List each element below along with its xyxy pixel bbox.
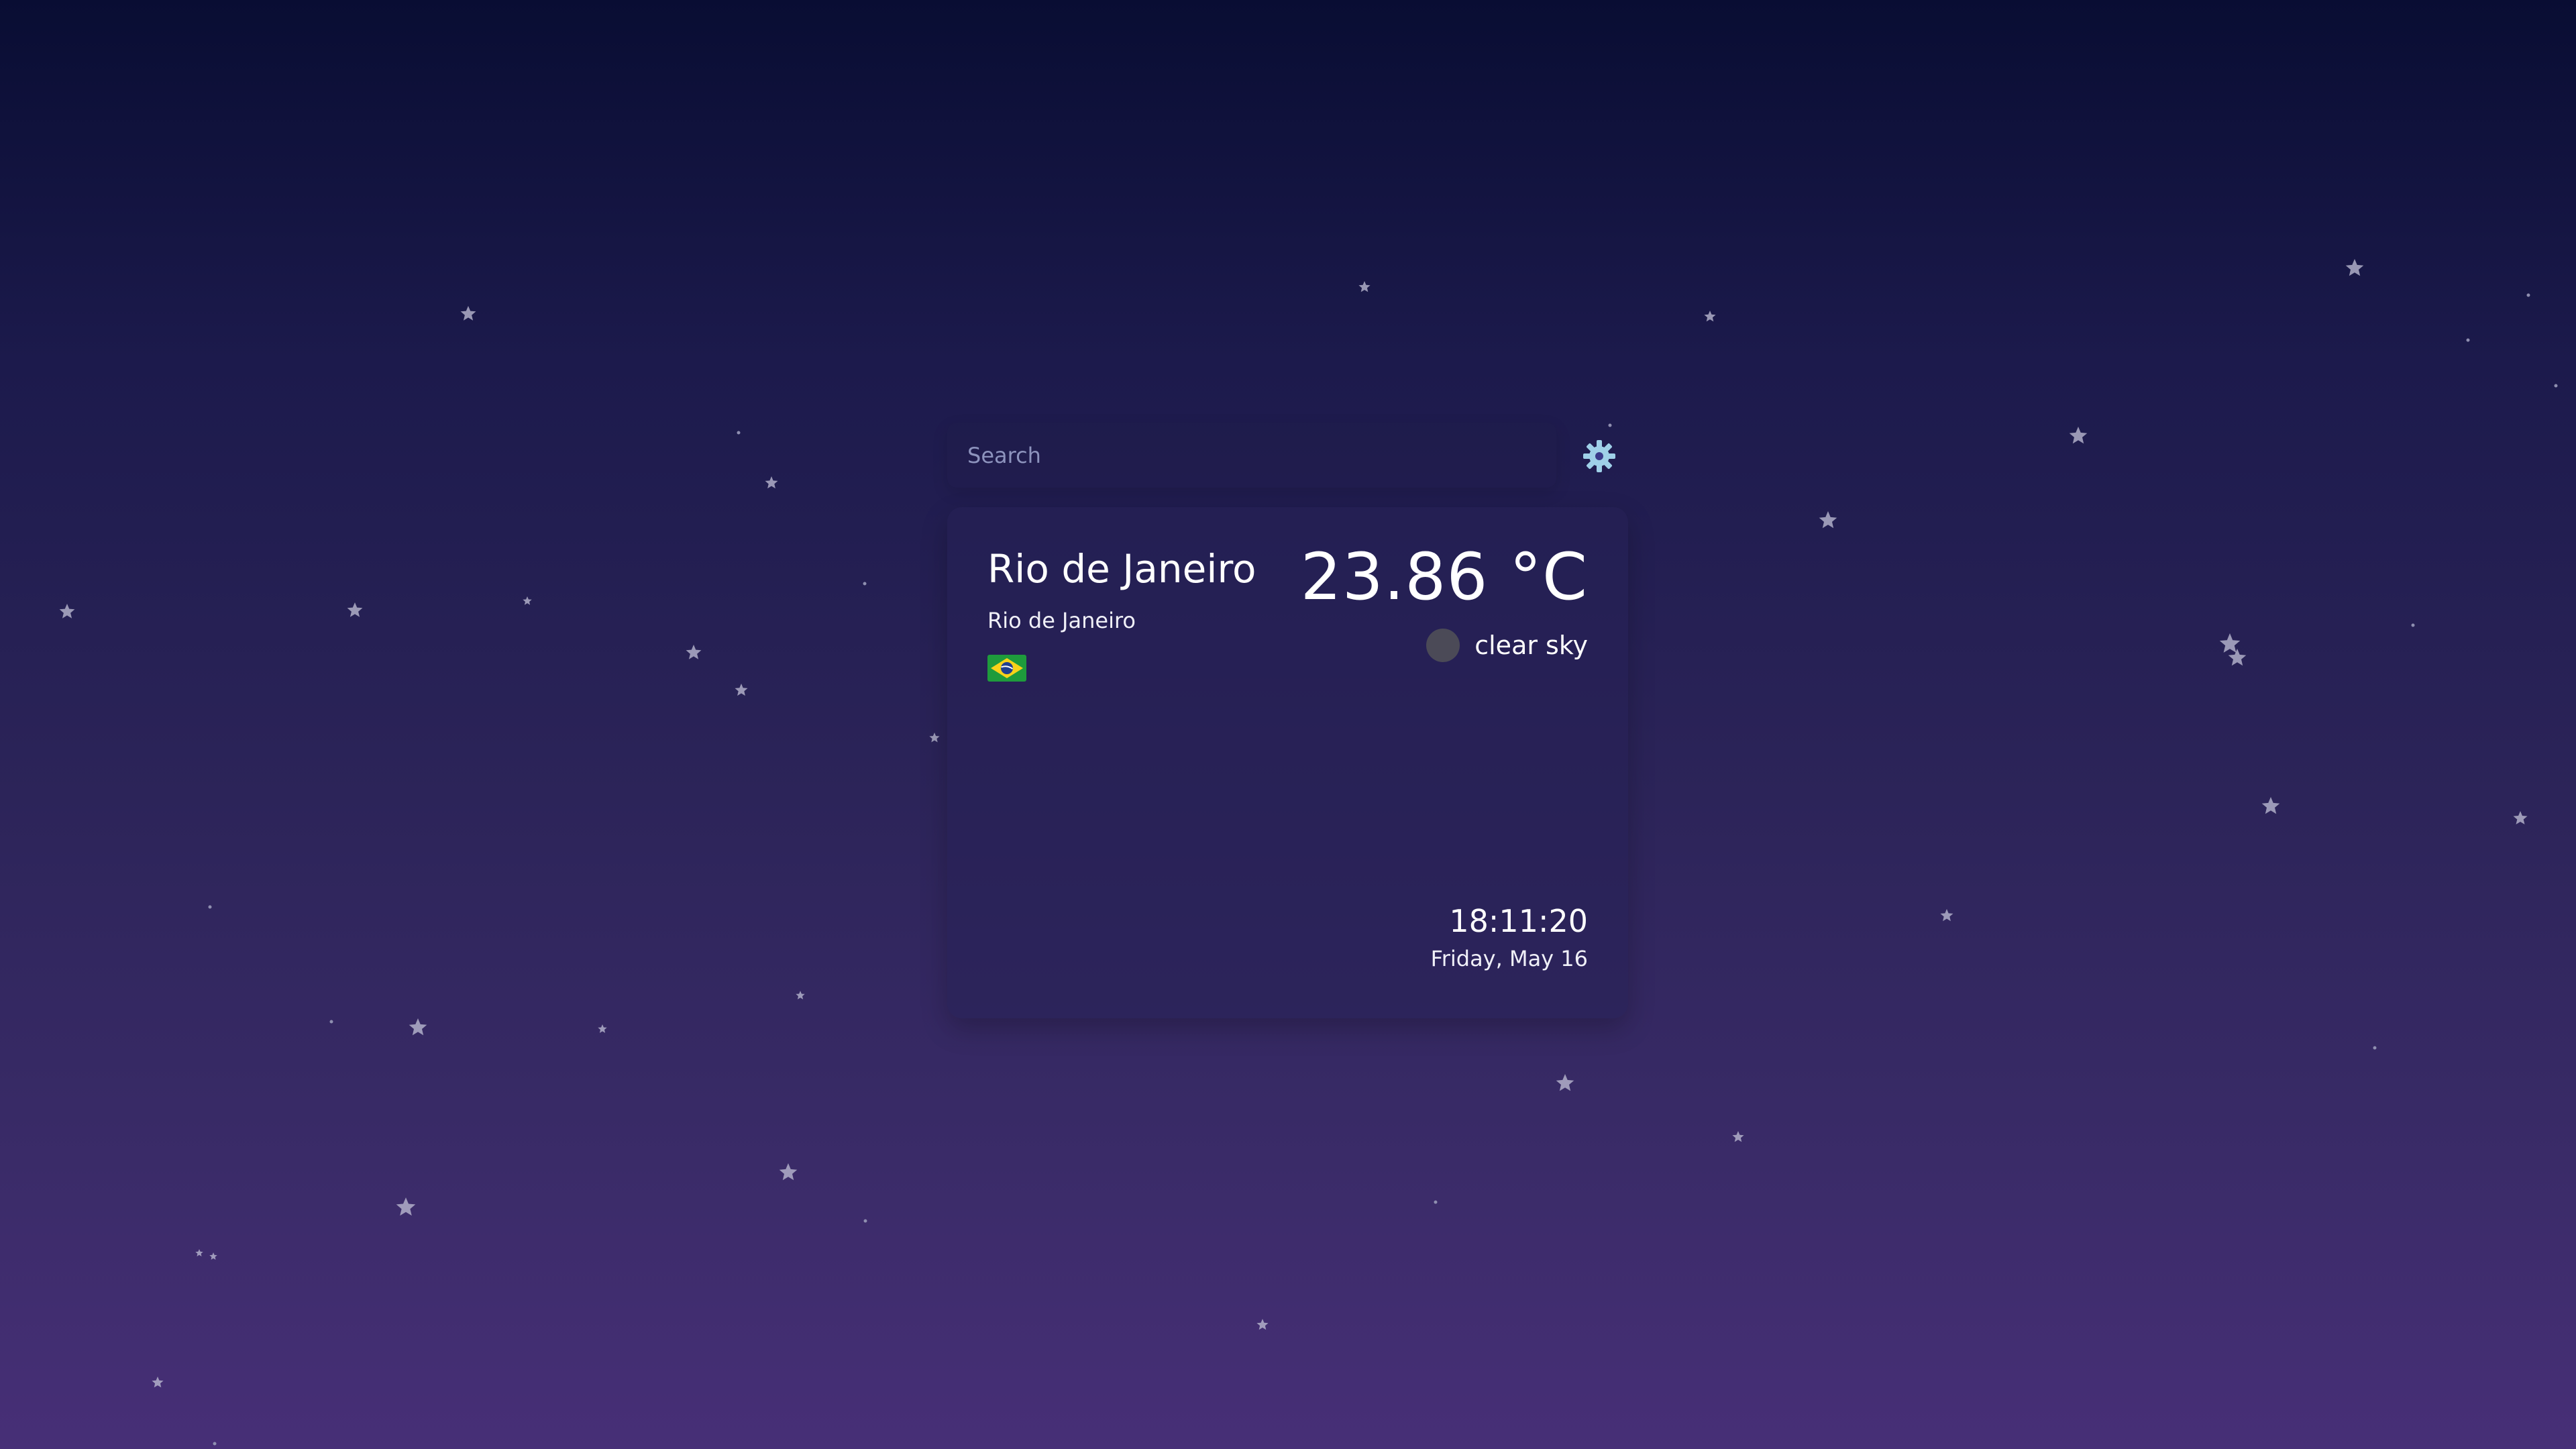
star-icon (863, 1219, 867, 1223)
star-icon (396, 1197, 416, 1216)
star-icon (329, 1020, 333, 1024)
weather-condition: clear sky (1426, 627, 1588, 664)
star-icon (863, 582, 867, 586)
local-date: Friday, May 16 (1430, 946, 1588, 971)
star-icon (2554, 384, 2558, 388)
star-icon (737, 431, 741, 435)
weather-condition-icon (1426, 629, 1460, 662)
gear-icon (1583, 440, 1615, 472)
star-icon (208, 905, 212, 909)
condition-text: clear sky (1474, 631, 1588, 660)
city-name: Rio de Janeiro (987, 546, 1256, 592)
star-icon (2069, 427, 2088, 444)
star-icon (409, 1018, 427, 1036)
star-icon (2373, 1046, 2377, 1050)
star-icon (598, 1024, 607, 1033)
star-icon (195, 1249, 203, 1256)
star-icon (2219, 633, 2241, 653)
search-bar (947, 423, 1628, 488)
star-icon (2526, 293, 2530, 297)
star-icon (1256, 1319, 1269, 1330)
star-icon (1434, 1200, 1438, 1204)
star-icon (213, 1442, 217, 1446)
brazil-flag-icon (987, 655, 1026, 682)
search-input[interactable] (966, 435, 1539, 476)
weather-card: Rio de Janeiro Rio de Janeiro 23.86 °C c… (947, 507, 1628, 1018)
star-icon (929, 733, 940, 743)
star-icon (796, 991, 805, 1000)
star-icon (460, 306, 476, 321)
star-icon (735, 684, 748, 696)
star-icon (2261, 797, 2280, 814)
settings-button[interactable] (1578, 435, 1621, 478)
star-icon (2411, 623, 2415, 627)
star-icon (779, 1163, 798, 1181)
star-icon (523, 596, 532, 605)
star-icon (1940, 909, 1953, 922)
star-icon (209, 1252, 217, 1260)
local-time: 18:11:20 (1449, 903, 1588, 939)
star-icon (1358, 281, 1371, 292)
star-icon (347, 602, 363, 617)
temperature: 23.86 °C (1300, 539, 1588, 614)
star-icon (2513, 811, 2528, 824)
star-icon (59, 604, 75, 619)
star-icon (152, 1377, 164, 1388)
region-name: Rio de Janeiro (987, 608, 1136, 633)
star-icon (2345, 259, 2364, 276)
star-icon (1819, 511, 1837, 529)
star-icon (686, 645, 702, 659)
star-icon (1704, 311, 1716, 322)
star-icon (1732, 1131, 1744, 1142)
star-icon (2466, 338, 2470, 342)
star-icon (765, 476, 778, 489)
star-icon (2228, 649, 2247, 666)
star-icon (1556, 1074, 1574, 1091)
search-box (947, 423, 1556, 488)
